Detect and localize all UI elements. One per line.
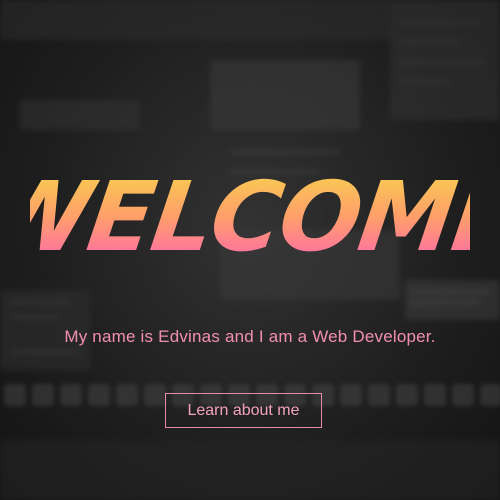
welcome-heading: WELCOME: [30, 160, 470, 272]
welcome-title: WELCOME: [30, 160, 470, 272]
learn-about-me-button[interactable]: Learn about me: [165, 393, 322, 428]
hero-subtitle: My name is Edvinas and I am a Web Develo…: [64, 327, 436, 346]
hero-section: WELCOME My name is Edvinas and I am a We…: [0, 0, 500, 500]
